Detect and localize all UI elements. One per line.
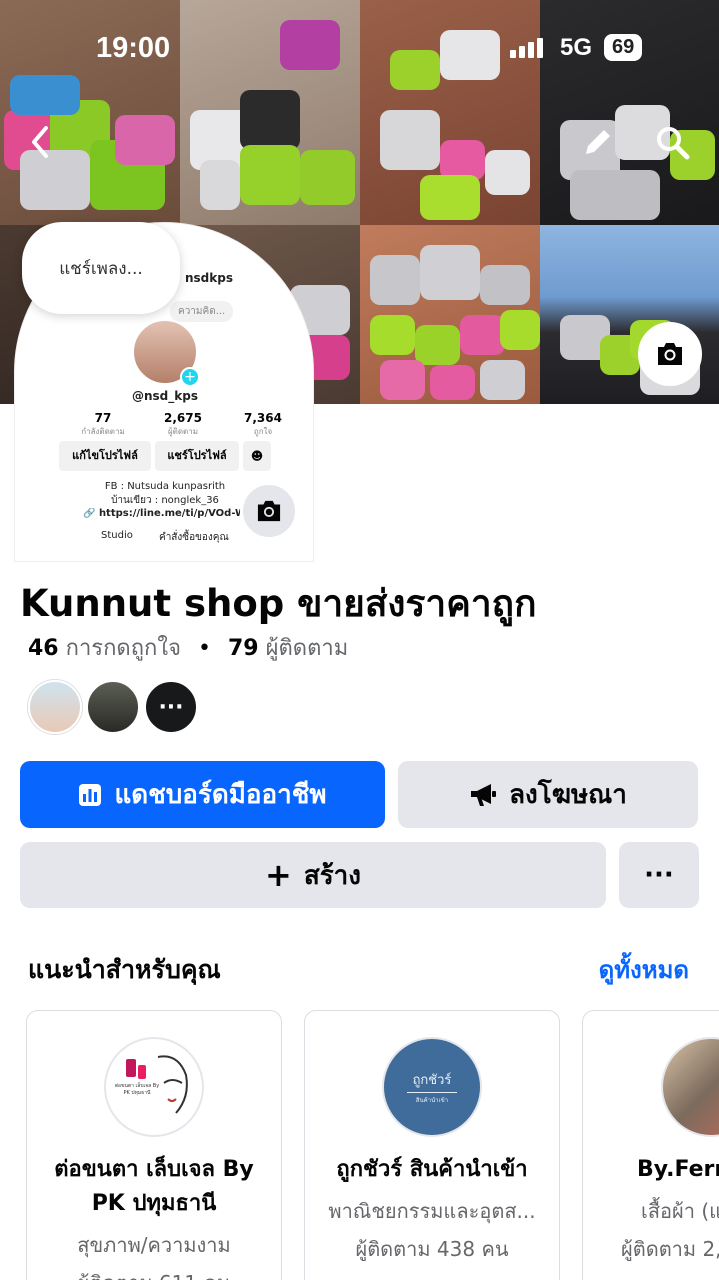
tiktok-orders: คำสั่งซื้อของคุณ xyxy=(159,532,229,543)
suggestion-title[interactable]: ต่อขนตา เล็บเจล By PK ปทุมธานี xyxy=(27,1153,281,1221)
followers-count[interactable]: 79 xyxy=(228,636,259,661)
page-stats: 46 การกดถูกใจ • 79 ผู้ติดตาม xyxy=(28,630,348,665)
tiktok-note: ความคิด... xyxy=(170,301,234,322)
create-button[interactable]: + สร้าง xyxy=(20,842,606,908)
stat-followers: 2,675 ผู้ติดตาม xyxy=(153,411,213,438)
suggestion-category: เสื้อผ้า (แ xyxy=(641,1199,719,1223)
back-icon[interactable] xyxy=(26,122,54,171)
status-time: 19:00 xyxy=(96,32,171,64)
share-music-bubble: แชร์เพลง... xyxy=(22,222,180,314)
suggestion-card[interactable]: By.Ferr เสื้อผ้า (แ ผู้ติดตาม 2, xyxy=(582,1010,719,1280)
followers-label[interactable]: ผู้ติดตาม xyxy=(266,636,349,661)
tiktok-username: nsdkps xyxy=(185,271,233,285)
suggestion-category: พาณิชยกรรมและอุตส... xyxy=(328,1199,536,1223)
stat-value: 7,364 xyxy=(244,411,282,425)
stat-label: ถูกใจ xyxy=(253,427,273,436)
dashboard-chart-icon xyxy=(78,783,102,807)
cover-camera-icon[interactable] xyxy=(638,322,702,386)
megaphone-icon xyxy=(469,783,497,807)
suggestion-category: สุขภาพ/ความงาม xyxy=(77,1233,231,1257)
suggestion-avatar[interactable]: ต่อขนตา เล็บเจล By PK ปทุมธานี xyxy=(104,1037,204,1137)
suggestion-followers: ผู้ติดตาม 2, xyxy=(621,1237,719,1261)
suggestion-avatar[interactable]: ถูกชัวร์ สินค้านำเข้า xyxy=(382,1037,482,1137)
page-profile: 19:00 5G 69 nsdkps ความคิด... + @nsd_kps… xyxy=(0,0,719,1280)
tiktok-handle: @nsd_kps xyxy=(132,389,198,403)
dashboard-label: แดชบอร์ดมืออาชีพ xyxy=(114,780,327,810)
network-label: 5G xyxy=(560,34,593,61)
avatar[interactable] xyxy=(28,680,82,734)
suggestions-title: แนะนำสำหรับคุณ xyxy=(28,955,221,984)
professional-dashboard-button[interactable]: แดชบอร์ดมืออาชีพ xyxy=(20,761,385,828)
suggestion-logo-text: ต่อขนตา เล็บเจล By PK ปทุมธานี xyxy=(114,1083,160,1096)
stat-value: 2,675 xyxy=(164,411,202,425)
suggestion-logo-text: ถูกชัวร์ xyxy=(406,1069,458,1093)
cover-tile xyxy=(540,225,719,404)
advertise-button[interactable]: ลงโฆษณา xyxy=(398,761,698,828)
tiktok-share-profile: แชร์โปรไฟล์ xyxy=(155,441,239,471)
more-avatars-button[interactable]: ··· xyxy=(144,680,198,734)
stat-following: 77 กำลังติดตาม xyxy=(73,411,133,438)
stats-separator: • xyxy=(198,636,211,661)
plus-icon: + xyxy=(265,856,292,894)
suggestion-followers: ผู้ติดตาม 611 คน xyxy=(27,1267,281,1280)
create-label: สร้าง xyxy=(303,860,361,891)
profile-camera-icon[interactable] xyxy=(240,482,298,540)
suggestion-card[interactable]: ถูกชัวร์ สินค้านำเข้า ถูกชัวร์ สินค้านำเ… xyxy=(304,1010,560,1280)
stat-label: กำลังติดตาม xyxy=(81,427,125,436)
cover-tile xyxy=(360,225,540,404)
suggestion-title[interactable]: By.Ferr xyxy=(583,1153,719,1187)
status-bar: 19:00 5G 69 xyxy=(0,30,719,70)
suggestion-followers: ผู้ติดตาม 438 คน xyxy=(355,1237,509,1261)
add-friend-icon: ☻ xyxy=(243,441,271,471)
suggestion-avatar[interactable] xyxy=(661,1037,719,1137)
edit-pencil-icon[interactable] xyxy=(580,124,616,169)
add-plus-icon: + xyxy=(180,367,200,387)
see-all-link[interactable]: ดูทั้งหมด xyxy=(599,950,689,989)
stat-likes: 7,364 ถูกใจ xyxy=(233,411,293,438)
search-icon[interactable] xyxy=(654,124,692,171)
likes-label[interactable]: การกดถูกใจ xyxy=(66,636,181,661)
stat-label: ผู้ติดตาม xyxy=(167,427,199,436)
suggestion-title[interactable]: ถูกชัวร์ สินค้านำเข้า xyxy=(305,1153,559,1187)
more-icon: ··· xyxy=(644,860,674,890)
suggestion-card[interactable]: ต่อขนตา เล็บเจล By PK ปทุมธานี ต่อขนตา เ… xyxy=(26,1010,282,1280)
advertise-label: ลงโฆษณา xyxy=(509,780,627,810)
share-bubble-text: แชร์เพลง... xyxy=(59,258,143,279)
stat-value: 77 xyxy=(94,411,112,425)
avatar[interactable] xyxy=(86,680,140,734)
more-options-button[interactable]: ··· xyxy=(619,842,699,908)
tiktok-avatar: + xyxy=(132,319,200,387)
link-icon: 🔗 xyxy=(83,508,96,519)
tiktok-edit-profile: แก้ไขโปรไฟล์ xyxy=(59,441,151,471)
tiktok-studio: Studio xyxy=(101,530,133,541)
tiktok-stats: 77 กำลังติดตาม 2,675 ผู้ติดตาม 7,364 ถูก… xyxy=(73,411,293,438)
follower-avatars[interactable]: ··· xyxy=(28,680,202,734)
more-icon: ··· xyxy=(158,694,184,720)
signal-icon xyxy=(510,38,546,58)
suggestion-logo-subtext: สินค้านำเข้า xyxy=(415,1097,449,1104)
page-name: Kunnut shop ขายส่งราคาถูก xyxy=(20,582,537,625)
likes-count[interactable]: 46 xyxy=(28,636,59,661)
battery-icon: 69 xyxy=(604,34,643,61)
